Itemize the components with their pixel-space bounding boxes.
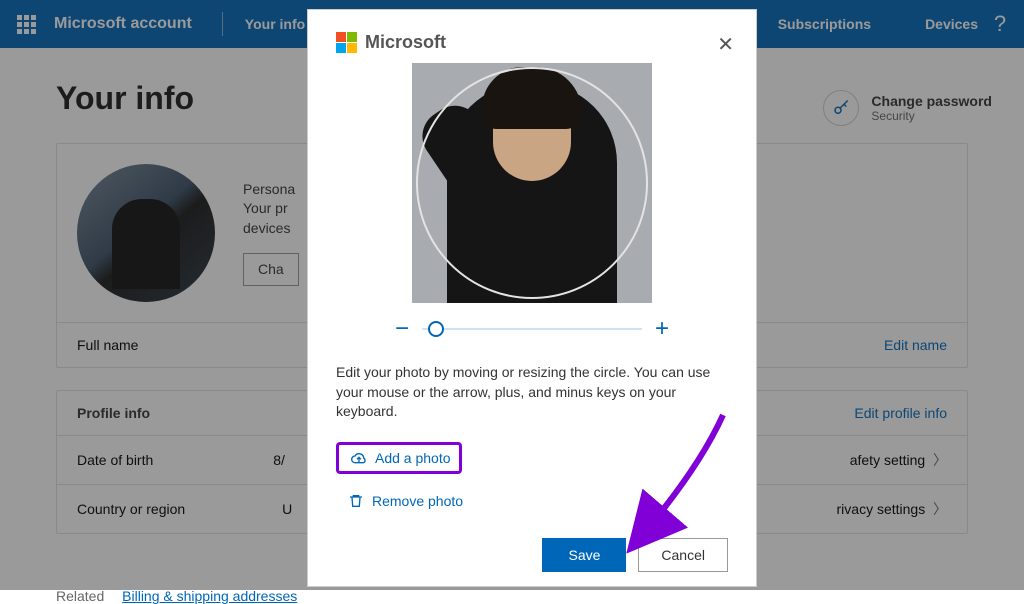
add-photo-link[interactable]: Add a photo bbox=[343, 445, 459, 471]
add-photo-highlight: Add a photo bbox=[336, 442, 462, 474]
related-links: Related Billing & shipping addresses bbox=[0, 588, 1024, 604]
cancel-button[interactable]: Cancel bbox=[638, 538, 728, 572]
zoom-slider: − + bbox=[336, 317, 728, 341]
save-button[interactable]: Save bbox=[542, 538, 626, 572]
close-icon[interactable]: ✕ bbox=[717, 32, 734, 57]
remove-photo-link[interactable]: Remove photo bbox=[340, 488, 728, 514]
zoom-thumb[interactable] bbox=[428, 321, 444, 337]
zoom-track[interactable] bbox=[422, 328, 642, 330]
billing-shipping-link[interactable]: Billing & shipping addresses bbox=[122, 588, 297, 604]
trash-icon bbox=[348, 493, 364, 509]
zoom-out-button[interactable]: − bbox=[392, 317, 412, 341]
zoom-in-button[interactable]: + bbox=[652, 317, 672, 341]
photo-edit-modal: Microsoft ✕ − + Edit your photo by movin… bbox=[308, 10, 756, 586]
photo-crop-area[interactable] bbox=[412, 63, 652, 303]
microsoft-logo: Microsoft bbox=[336, 32, 728, 53]
cloud-upload-icon bbox=[351, 450, 367, 466]
instructions-text: Edit your photo by moving or resizing th… bbox=[336, 363, 728, 422]
